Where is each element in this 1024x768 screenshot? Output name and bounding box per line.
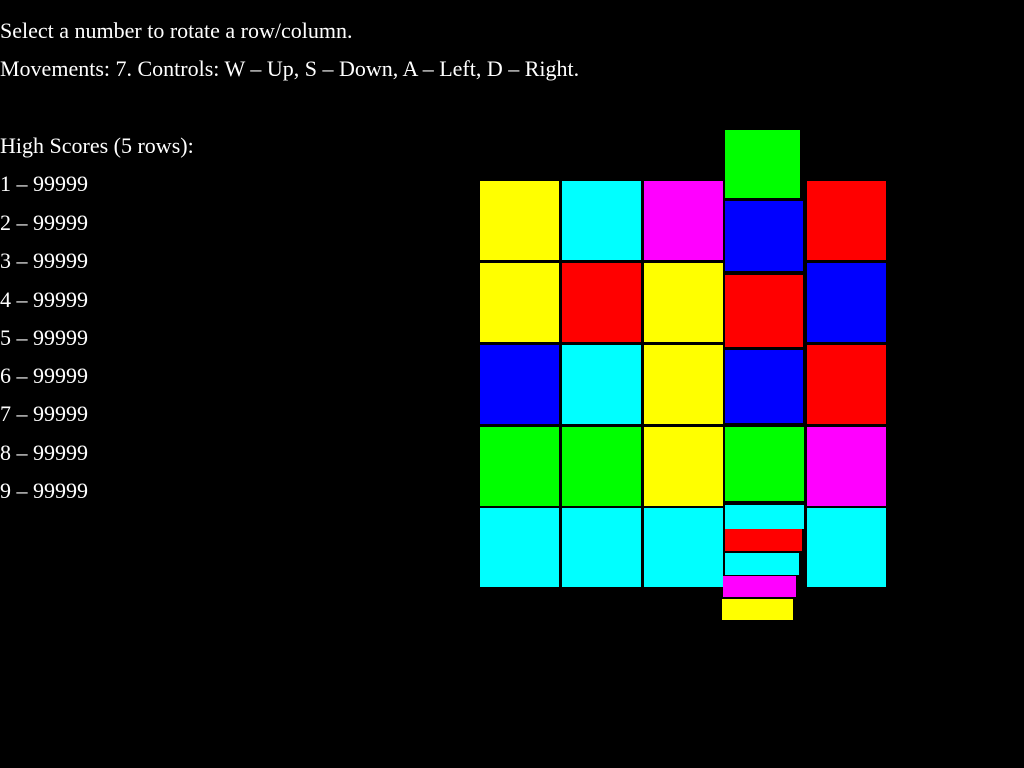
tile-r4-c1[interactable] <box>562 508 641 587</box>
tile-r0-c0[interactable] <box>480 181 559 260</box>
high-score-entry-4: 4 – 99999 <box>0 287 88 312</box>
tile-r1-c4[interactable] <box>807 263 886 342</box>
puzzle-board[interactable] <box>480 130 890 620</box>
tile-r2-c0[interactable] <box>480 345 559 424</box>
high-score-entry-9: 9 – 99999 <box>0 478 88 503</box>
high-score-entry-1: 1 – 99999 <box>0 171 88 196</box>
tile-r2-c1[interactable] <box>562 345 641 424</box>
tile-r2-c4[interactable] <box>807 345 886 424</box>
tile-r1-c0[interactable] <box>480 263 559 342</box>
tile-r0-c4[interactable] <box>807 181 886 260</box>
tile-r4-c4[interactable] <box>807 508 886 587</box>
tile-r2-c2[interactable] <box>644 345 723 424</box>
tile-rotating-c3-top[interactable] <box>725 130 800 198</box>
tile-r4-c2[interactable] <box>644 508 723 587</box>
high-score-entry-8: 8 – 99999 <box>0 440 88 465</box>
tile-rotating-c3-3[interactable] <box>725 350 803 423</box>
high-score-entry-5: 5 – 99999 <box>0 325 88 350</box>
instruction-text: Select a number to rotate a row/column. <box>0 18 353 43</box>
game-screen: Select a number to rotate a row/column. … <box>0 0 1024 768</box>
tile-rotating-c3-8[interactable] <box>723 576 796 597</box>
tile-r3-c4[interactable] <box>807 427 886 506</box>
tile-rotating-c3-5[interactable] <box>725 505 804 529</box>
tile-r1-c2[interactable] <box>644 263 723 342</box>
tile-rotating-c3-9[interactable] <box>722 599 793 620</box>
tile-r4-c0[interactable] <box>480 508 559 587</box>
movements-controls-text: Movements: 7. Controls: W – Up, S – Down… <box>0 56 580 81</box>
tile-rotating-c3-6[interactable] <box>725 529 802 551</box>
high-score-entry-3: 3 – 99999 <box>0 248 88 273</box>
high-score-entry-6: 6 – 99999 <box>0 363 88 388</box>
tile-r3-c2[interactable] <box>644 427 723 506</box>
tile-r0-c1[interactable] <box>562 181 641 260</box>
tile-r1-c1[interactable] <box>562 263 641 342</box>
high-score-entry-2: 2 – 99999 <box>0 210 88 235</box>
tile-rotating-c3-1[interactable] <box>725 201 803 271</box>
tile-r3-c0[interactable] <box>480 427 559 506</box>
tile-r3-c1[interactable] <box>562 427 641 506</box>
tile-rotating-c3-2[interactable] <box>725 275 803 347</box>
tile-r0-c2[interactable] <box>644 181 723 260</box>
tile-rotating-c3-4[interactable] <box>725 427 804 501</box>
high-score-entry-7: 7 – 99999 <box>0 401 88 426</box>
tile-rotating-c3-7[interactable] <box>725 553 799 575</box>
high-scores-title: High Scores (5 rows): <box>0 133 194 158</box>
